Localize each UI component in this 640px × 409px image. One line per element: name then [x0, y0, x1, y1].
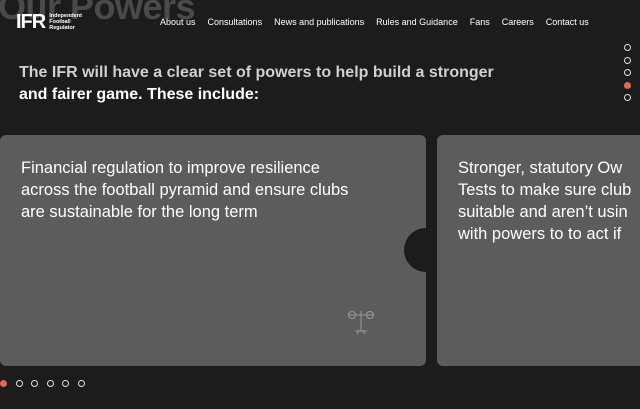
- power-card-ownership[interactable]: Stronger, statutory Ow Tests to make sur…: [437, 135, 640, 366]
- section-dot-3[interactable]: [624, 69, 631, 76]
- intro-line-2: and fairer game. These include:: [19, 86, 260, 103]
- ifr-logo[interactable]: IFR Independent Football Regulator: [16, 12, 82, 32]
- logo-mark: IFR: [16, 11, 46, 33]
- section-dot-4[interactable]: [624, 81, 631, 89]
- site-header: IFR Independent Football Regulator About…: [0, 0, 640, 44]
- section-dot-1[interactable]: [624, 44, 631, 51]
- carousel-dot-1[interactable]: [0, 380, 7, 387]
- nav-consultations[interactable]: Consultations: [208, 17, 263, 27]
- main-nav: About us Consultations News and publicat…: [160, 17, 601, 27]
- carousel-dot-3[interactable]: [31, 380, 38, 387]
- nav-contact-us[interactable]: Contact us: [546, 17, 589, 27]
- nav-news-and-publications[interactable]: News and publications: [274, 17, 364, 27]
- intro-text: The IFR will have a clear set of powers …: [19, 62, 499, 106]
- nav-careers[interactable]: Careers: [502, 17, 534, 27]
- carousel-dot-6[interactable]: [77, 380, 85, 387]
- carousel-pagination: [0, 380, 93, 387]
- carousel-dot-4[interactable]: [46, 380, 54, 387]
- intro-line-1: The IFR will have a clear set of powers …: [19, 64, 494, 81]
- carousel-dot-2[interactable]: [15, 380, 23, 387]
- section-dot-5[interactable]: [624, 94, 631, 101]
- balance-scale-icon: [348, 311, 374, 335]
- card-text: Stronger, statutory Ow Tests to make sur…: [458, 159, 632, 243]
- nav-rules-and-guidance[interactable]: Rules and Guidance: [376, 17, 458, 27]
- logo-wordmark: Independent Football Regulator: [49, 13, 82, 31]
- section-dot-2[interactable]: [624, 56, 631, 64]
- section-pagination: [624, 44, 631, 107]
- nav-about-us[interactable]: About us: [160, 17, 196, 27]
- card-text: Financial regulation to improve resilien…: [21, 159, 349, 221]
- carousel-dot-5[interactable]: [62, 380, 69, 387]
- nav-fans[interactable]: Fans: [470, 17, 490, 27]
